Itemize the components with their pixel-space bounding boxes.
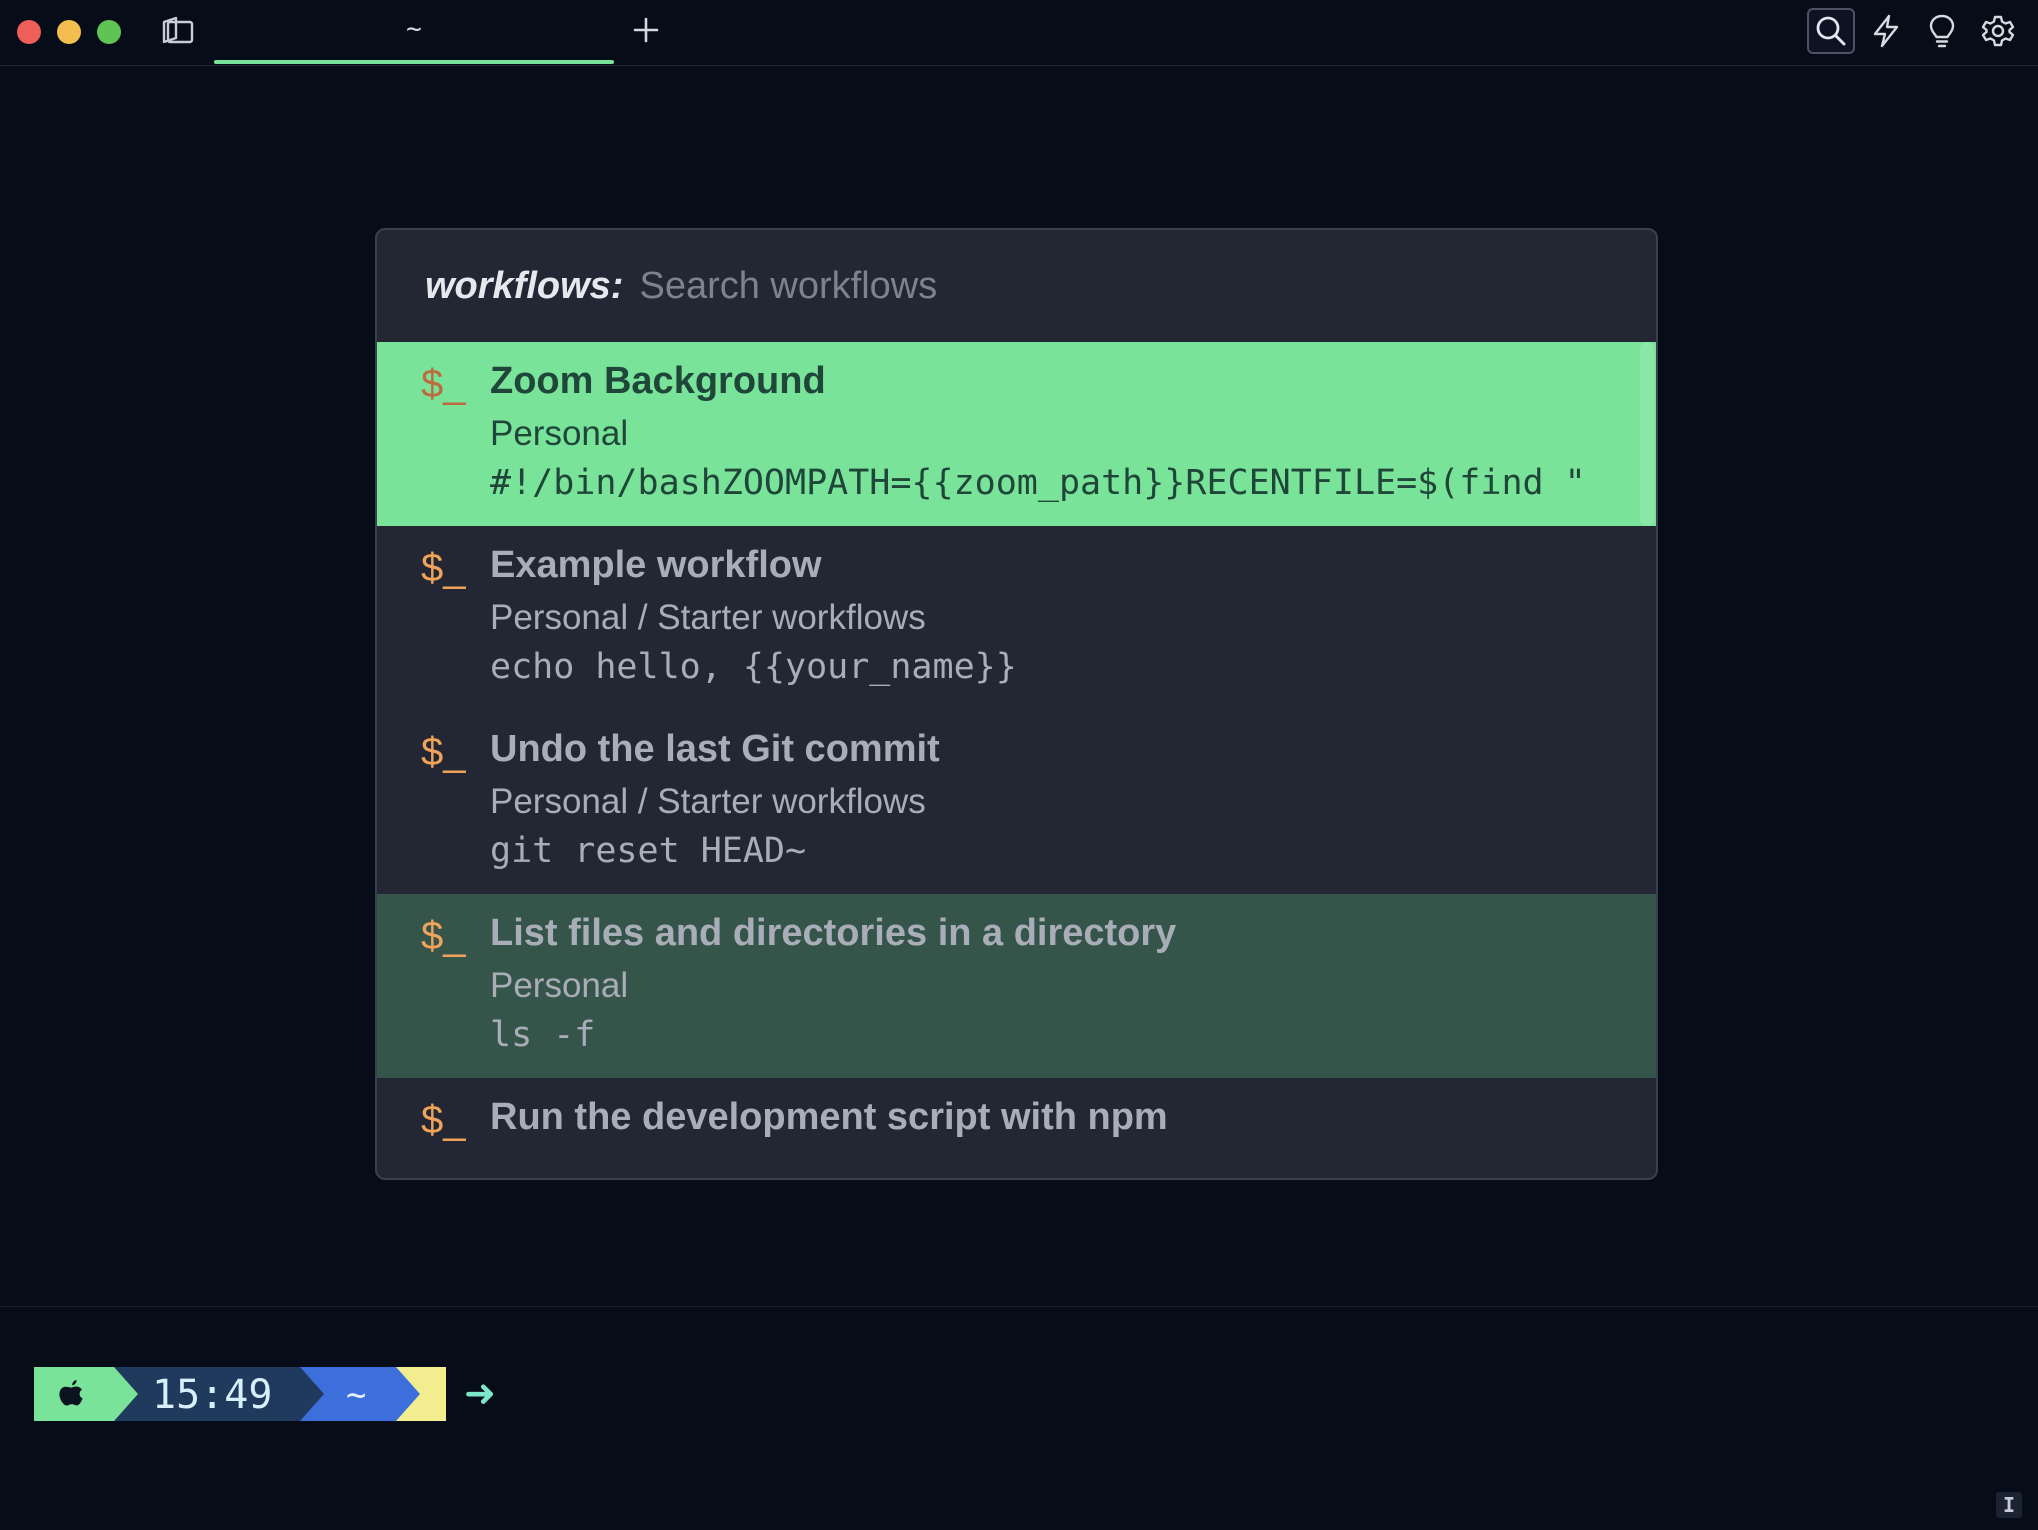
terminal-prompt-icon: $_ (421, 730, 466, 774)
search-icon (1816, 16, 1846, 46)
plus-icon (633, 17, 659, 43)
workflow-folder: Personal / Starter workflows (490, 782, 926, 821)
workflow-item-list-files[interactable]: $_ List files and directories in a direc… (377, 894, 1656, 1078)
search-button[interactable] (1807, 8, 1855, 54)
terminal-prompt-icon: $_ (421, 914, 466, 958)
input-divider (0, 1306, 2038, 1307)
workflows-search-bar: workflows: (377, 230, 1656, 342)
prompt-directory: ~ (346, 1375, 367, 1415)
bolt-button[interactable] (1862, 8, 1910, 54)
workflows-search-input[interactable] (639, 256, 1656, 316)
apple-icon (59, 1380, 83, 1406)
workflow-title: Example workflow (490, 544, 822, 586)
workflow-title: List files and directories in a director… (490, 912, 1177, 954)
window-maximize-button[interactable] (97, 20, 121, 44)
workflow-command: ls -f (490, 1015, 596, 1055)
workflow-command: git reset HEAD~ (490, 831, 807, 871)
window-minimize-button[interactable] (57, 20, 81, 44)
title-bar: ~ (0, 0, 2038, 66)
prompt-separator (114, 1367, 138, 1421)
workflow-folder: Personal (490, 414, 629, 453)
gear-icon (1981, 15, 2015, 47)
workflow-folder: Personal (490, 966, 629, 1005)
terminal-prompt-icon: $_ (421, 1098, 466, 1142)
workflow-item-example[interactable]: $_ Example workflow Personal / Starter w… (377, 526, 1656, 710)
prompt-separator (396, 1367, 420, 1421)
workflow-item-zoom-background[interactable]: $_ Zoom Background Personal #!/bin/bashZ… (377, 342, 1656, 526)
new-tab-button[interactable] (628, 12, 664, 48)
tab-title: ~ (406, 14, 422, 44)
workflows-scrollbar[interactable] (1640, 342, 1654, 526)
workflow-title: Undo the last Git commit (490, 728, 940, 770)
terminal-prompt-icon: $_ (421, 362, 466, 406)
text-cursor-icon: I (1996, 1492, 2022, 1518)
workflow-folder: Personal / Starter workflows (490, 598, 926, 637)
workflow-title: Run the development script with npm (490, 1096, 1168, 1138)
lightbulb-icon (1929, 14, 1955, 48)
prompt-time: 15:49 (152, 1372, 273, 1418)
workflows-list: $_ Zoom Background Personal #!/bin/bashZ… (377, 342, 1656, 1178)
workflow-command: #!/bin/bashZOOMPATH={{zoom_path}}RECENTF… (490, 463, 1586, 503)
bolt-icon (1873, 14, 1899, 48)
workflow-title: Zoom Background (490, 360, 826, 402)
workflow-item-undo-git-commit[interactable]: $_ Undo the last Git commit Personal / S… (377, 710, 1656, 894)
terminal-prompt-icon: $_ (421, 546, 466, 590)
settings-button[interactable] (1974, 8, 2022, 54)
tab-active-indicator (214, 60, 614, 64)
panel-toggle-icon[interactable] (160, 16, 196, 48)
workflows-palette: workflows: $_ Zoom Background Personal #… (375, 228, 1658, 1180)
workflow-item-npm-dev-script[interactable]: $_ Run the development script with npm (377, 1078, 1656, 1178)
prompt-arrow-icon: ➜ (464, 1371, 496, 1415)
tab-home[interactable]: ~ (214, 0, 614, 64)
lightbulb-button[interactable] (1918, 8, 1966, 54)
window-close-button[interactable] (17, 20, 41, 44)
prompt-separator (300, 1367, 324, 1421)
search-prefix-label: workflows: (425, 264, 624, 307)
workflow-command: echo hello, {{your_name}} (490, 647, 1017, 687)
